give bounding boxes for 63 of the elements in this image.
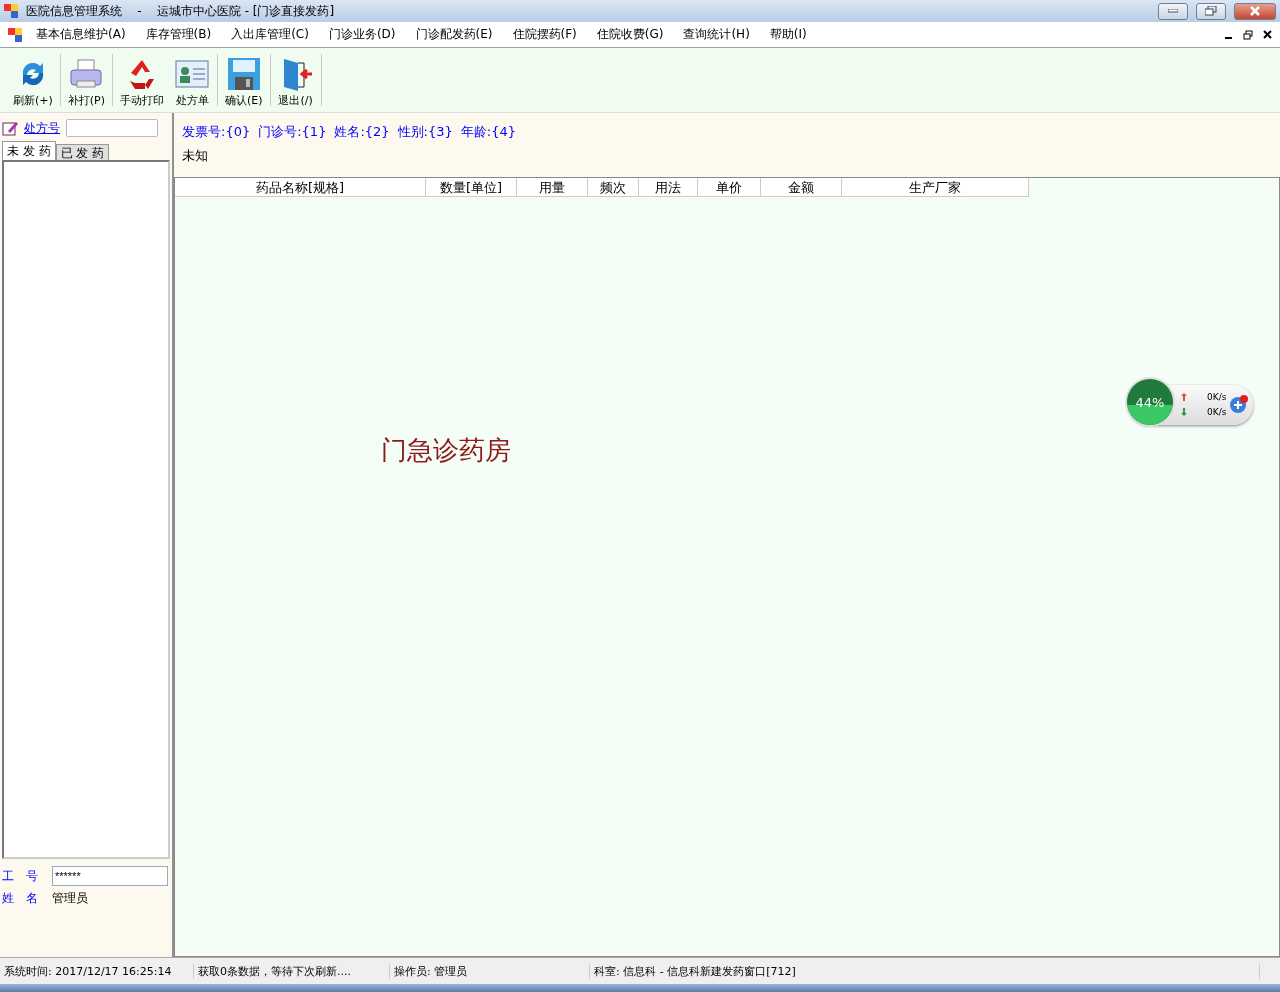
column-header[interactable]: 频次 xyxy=(588,178,639,197)
prescription-field[interactable] xyxy=(66,119,158,137)
column-header[interactable]: 数量[单位] xyxy=(426,178,517,197)
app-icon xyxy=(4,4,18,18)
toolbar-button[interactable]: 刷新(+) xyxy=(8,50,58,110)
menu-item[interactable]: 住院摆药(F) xyxy=(502,26,587,43)
close-icon xyxy=(1250,6,1260,16)
usage-gauge xyxy=(1127,379,1173,425)
menu-item[interactable]: 查询统计(H) xyxy=(673,26,760,43)
info-text: 未知 xyxy=(182,147,209,165)
column-header[interactable]: 药品名称[规格] xyxy=(175,178,426,197)
column-header[interactable]: 生产厂家 xyxy=(842,178,1029,197)
menu-item[interactable]: 帮助(I) xyxy=(759,26,817,43)
usage-percent: 44% xyxy=(1135,395,1165,409)
menu-item[interactable]: 门诊业务(D) xyxy=(318,26,406,43)
tab[interactable]: 未 发 药 xyxy=(2,141,56,160)
tab[interactable]: 已 发 药 xyxy=(55,144,110,160)
printer-icon xyxy=(68,57,105,91)
staff-id-field[interactable]: ****** xyxy=(52,866,168,886)
down-arrow-icon xyxy=(1181,408,1187,416)
minimize-button[interactable] xyxy=(1158,2,1188,20)
id-card-icon xyxy=(174,57,211,91)
status-text: 科室: 信息科 - 信息科新建发药窗口[712] xyxy=(590,963,1260,979)
menu-item[interactable]: 入出库管理(C) xyxy=(221,26,319,43)
info-field: 年龄:{4} xyxy=(460,123,516,141)
menu-item[interactable]: 库存管理(B) xyxy=(135,26,222,43)
column-header[interactable]: 单价 xyxy=(698,178,761,197)
info-field: 门诊号:{1} xyxy=(258,123,327,141)
status-text: 获取0条数据，等待下次刷新.... xyxy=(194,963,390,979)
status-text: 操作员: 管理员 xyxy=(390,963,590,979)
close-icon[interactable] xyxy=(1263,30,1272,39)
restore-button[interactable] xyxy=(1196,2,1226,20)
menu-item[interactable]: 住院收费(G) xyxy=(586,26,674,43)
restore-icon xyxy=(1205,6,1217,16)
watermark-text: 门急诊药房 xyxy=(381,434,511,467)
info-field: 发票号:{0} xyxy=(182,123,251,141)
toolbar-button[interactable]: 退出(/) xyxy=(272,50,319,110)
field-label: 姓 名 xyxy=(2,889,39,907)
prescription-link[interactable]: 处方号 xyxy=(24,119,60,137)
info-field: 姓名:{2} xyxy=(334,123,390,141)
column-header[interactable]: 金额 xyxy=(761,178,842,197)
app-icon xyxy=(8,27,22,42)
minimize-icon xyxy=(1168,9,1178,13)
field-label: 工 号 xyxy=(2,867,39,885)
edit-icon xyxy=(2,120,18,136)
toolbar-button[interactable]: 补打(P) xyxy=(62,50,111,110)
toolbar-button[interactable]: 手动打印 xyxy=(115,50,170,110)
menu-item[interactable]: 门诊配发药(E) xyxy=(405,26,503,43)
plus-icon[interactable] xyxy=(1229,394,1249,414)
menu-item[interactable]: 基本信息维护(A) xyxy=(26,26,136,43)
up-arrow-icon xyxy=(1181,393,1187,401)
name-value: 管理员 xyxy=(52,889,88,907)
toolbar-button[interactable]: 处方单 xyxy=(169,50,216,110)
column-header[interactable]: 用法 xyxy=(639,178,698,197)
restore-icon[interactable] xyxy=(1243,29,1253,40)
status-text: 系统时间: 2017/12/17 16:25:14 xyxy=(0,963,194,979)
window-title: 医院信息管理系统 - 运城市中心医院 - [门诊直接发药] xyxy=(26,2,336,20)
column-header[interactable]: 用量 xyxy=(517,178,588,197)
close-button[interactable] xyxy=(1234,2,1276,20)
upload-speed: 0K/s xyxy=(1207,392,1227,402)
toolbar-button[interactable]: 确认(E) xyxy=(220,50,268,110)
download-speed: 0K/s xyxy=(1207,407,1227,417)
info-field: 性别:{3} xyxy=(397,123,453,141)
